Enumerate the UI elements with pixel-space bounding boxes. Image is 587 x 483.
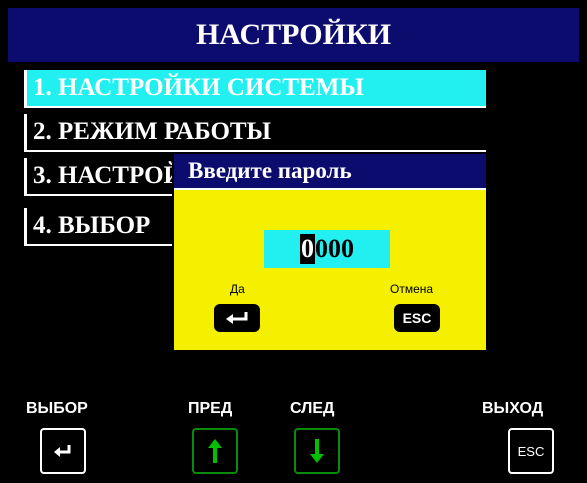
esc-icon: ESC [517, 443, 545, 459]
confirm-button[interactable] [214, 304, 260, 332]
screen-title: НАСТРОЙКИ [8, 8, 579, 62]
cancel-button[interactable]: ESC [394, 304, 440, 332]
cancel-label: Отмена [390, 282, 434, 296]
select-button[interactable] [40, 428, 86, 474]
confirm-label: Да [230, 282, 245, 296]
menu-item-label: 4. ВЫБОР [33, 212, 151, 239]
menu-item-label: 2. РЕЖИМ РАБОТЫ [33, 118, 272, 145]
arrow-up-icon [208, 439, 222, 463]
password-rest-digits: 000 [315, 234, 354, 263]
prev-label: ПРЕД [188, 400, 233, 417]
password-cursor-digit: 0 [300, 234, 315, 264]
enter-arrow-icon [226, 312, 248, 324]
enter-arrow-icon [54, 445, 71, 457]
arrow-down-icon [310, 439, 324, 463]
next-label: СЛЕД [290, 400, 335, 417]
menu-item-label: 1. НАСТРОЙКИ СИСТЕМЫ [33, 74, 364, 101]
next-button[interactable] [294, 428, 340, 474]
password-dialog: Введите пароль 0 000 Да Отмена ESC [172, 152, 488, 352]
dialog-title: Введите пароль [174, 154, 486, 190]
select-label: ВЫБОР [26, 400, 88, 417]
prev-button[interactable] [192, 428, 238, 474]
esc-icon: ESC [402, 310, 432, 326]
menu-item-work-mode[interactable]: 2. РЕЖИМ РАБОТЫ [24, 114, 486, 152]
exit-button[interactable]: ESC [508, 428, 554, 474]
menu-item-system-settings[interactable]: 1. НАСТРОЙКИ СИСТЕМЫ [24, 70, 486, 108]
password-input[interactable]: 0 000 [264, 230, 390, 268]
exit-label: ВЫХОД [482, 400, 544, 417]
